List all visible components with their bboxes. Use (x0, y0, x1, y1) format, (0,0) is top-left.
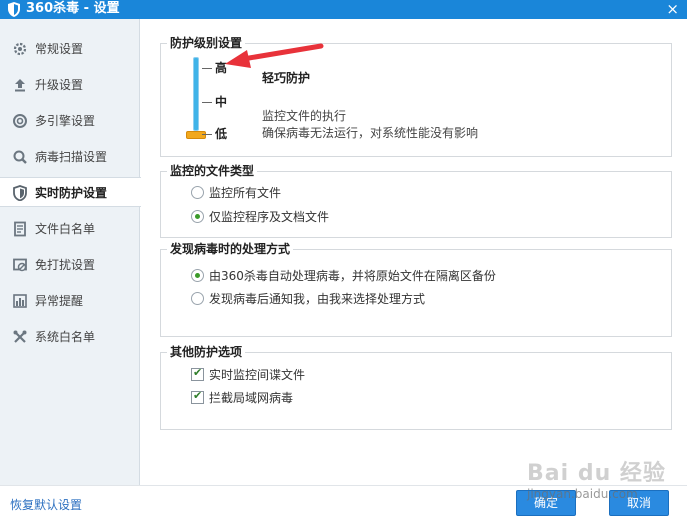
sidebar-item-upgrade[interactable]: 升级设置 (0, 70, 140, 100)
title-bar: 360杀毒 - 设置 × (0, 0, 687, 19)
group-title: 发现病毒时的处理方式 (167, 242, 294, 256)
close-icon[interactable]: × (666, 0, 679, 18)
level-low[interactable]: 低 (202, 125, 227, 142)
radio-button[interactable] (191, 210, 204, 223)
sidebar-item-virus-scan[interactable]: 病毒扫描设置 (0, 142, 140, 172)
radio-button[interactable] (191, 292, 204, 305)
sidebar-item-label: 常规设置 (35, 42, 84, 56)
sidebar-item-multi-engine[interactable]: 多引擎设置 (0, 106, 140, 136)
sidebar-item-label: 多引擎设置 (35, 114, 96, 128)
checkbox[interactable] (191, 366, 204, 381)
sidebar-item-label: 系统白名单 (35, 330, 96, 344)
level-desc-line1: 监控文件的执行 (262, 109, 347, 123)
gear-icon (13, 42, 27, 56)
document-icon (14, 221, 26, 237)
level-medium[interactable]: 中 (202, 93, 227, 110)
sidebar-item-label: 病毒扫描设置 (35, 150, 108, 164)
upload-icon (15, 79, 25, 92)
red-arrow-annotation (225, 43, 324, 68)
other-options-group: 其他防护选项 实时监控间谍文件 拦截局域网病毒 (160, 345, 672, 430)
sidebar-item-abnormal-alert[interactable]: 异常提醒 (0, 286, 140, 316)
tools-icon (13, 330, 27, 343)
shield-icon (13, 185, 27, 201)
no-disturb-icon (13, 258, 27, 272)
protection-level-slider[interactable] (193, 57, 199, 131)
sidebar: 常规设置 升级设置 多引擎设置 病毒扫描设置 实时防护设置 文件白名单 免打扰设… (0, 19, 141, 485)
protection-level-group: 防护级别设置 高 中 低 轻巧防护 监控文件的执行 确保病毒无法运行，对系统性能… (160, 36, 672, 157)
sidebar-item-system-whitelist[interactable]: 系统白名单 (0, 322, 140, 352)
virus-handling-group: 发现病毒时的处理方式 由360杀毒自动处理病毒，并将原始文件在隔离区备份 发现病… (160, 242, 672, 337)
watermark-logo: Bai du 经验 (527, 461, 666, 486)
engine-icon (13, 114, 27, 128)
radio-button[interactable] (191, 186, 204, 199)
level-desc-line2: 确保病毒无法运行，对系统性能没有影响 (262, 126, 479, 140)
search-icon (13, 150, 27, 164)
sidebar-item-label: 异常提醒 (35, 294, 84, 308)
checkbox[interactable] (191, 389, 204, 404)
watermark-url: jingyan.baidu.com (527, 487, 638, 501)
sidebar-item-file-whitelist[interactable]: 文件白名单 (0, 214, 140, 244)
sidebar-item-no-disturb[interactable]: 免打扰设置 (0, 250, 140, 280)
settings-content: 防护级别设置 高 中 低 轻巧防护 监控文件的执行 确保病毒无法运行，对系统性能… (141, 19, 687, 485)
sidebar-item-label: 免打扰设置 (35, 258, 96, 272)
group-title: 监控的文件类型 (167, 164, 258, 178)
window-title: 360杀毒 - 设置 (26, 1, 120, 16)
sidebar-item-realtime-protection[interactable]: 实时防护设置 (0, 177, 141, 207)
sidebar-item-label: 文件白名单 (35, 222, 96, 236)
shield-logo-icon (8, 2, 20, 17)
bar-chart-icon (13, 294, 27, 308)
radio-button[interactable] (191, 269, 204, 282)
sidebar-item-label: 实时防护设置 (35, 186, 108, 200)
monitored-types-group: 监控的文件类型 监控所有文件 仅监控程序及文档文件 (160, 164, 672, 238)
sidebar-item-label: 升级设置 (35, 78, 84, 92)
restore-defaults-link[interactable]: 恢复默认设置 (10, 496, 82, 513)
sidebar-item-general[interactable]: 常规设置 (0, 34, 140, 64)
group-title: 其他防护选项 (167, 345, 246, 359)
